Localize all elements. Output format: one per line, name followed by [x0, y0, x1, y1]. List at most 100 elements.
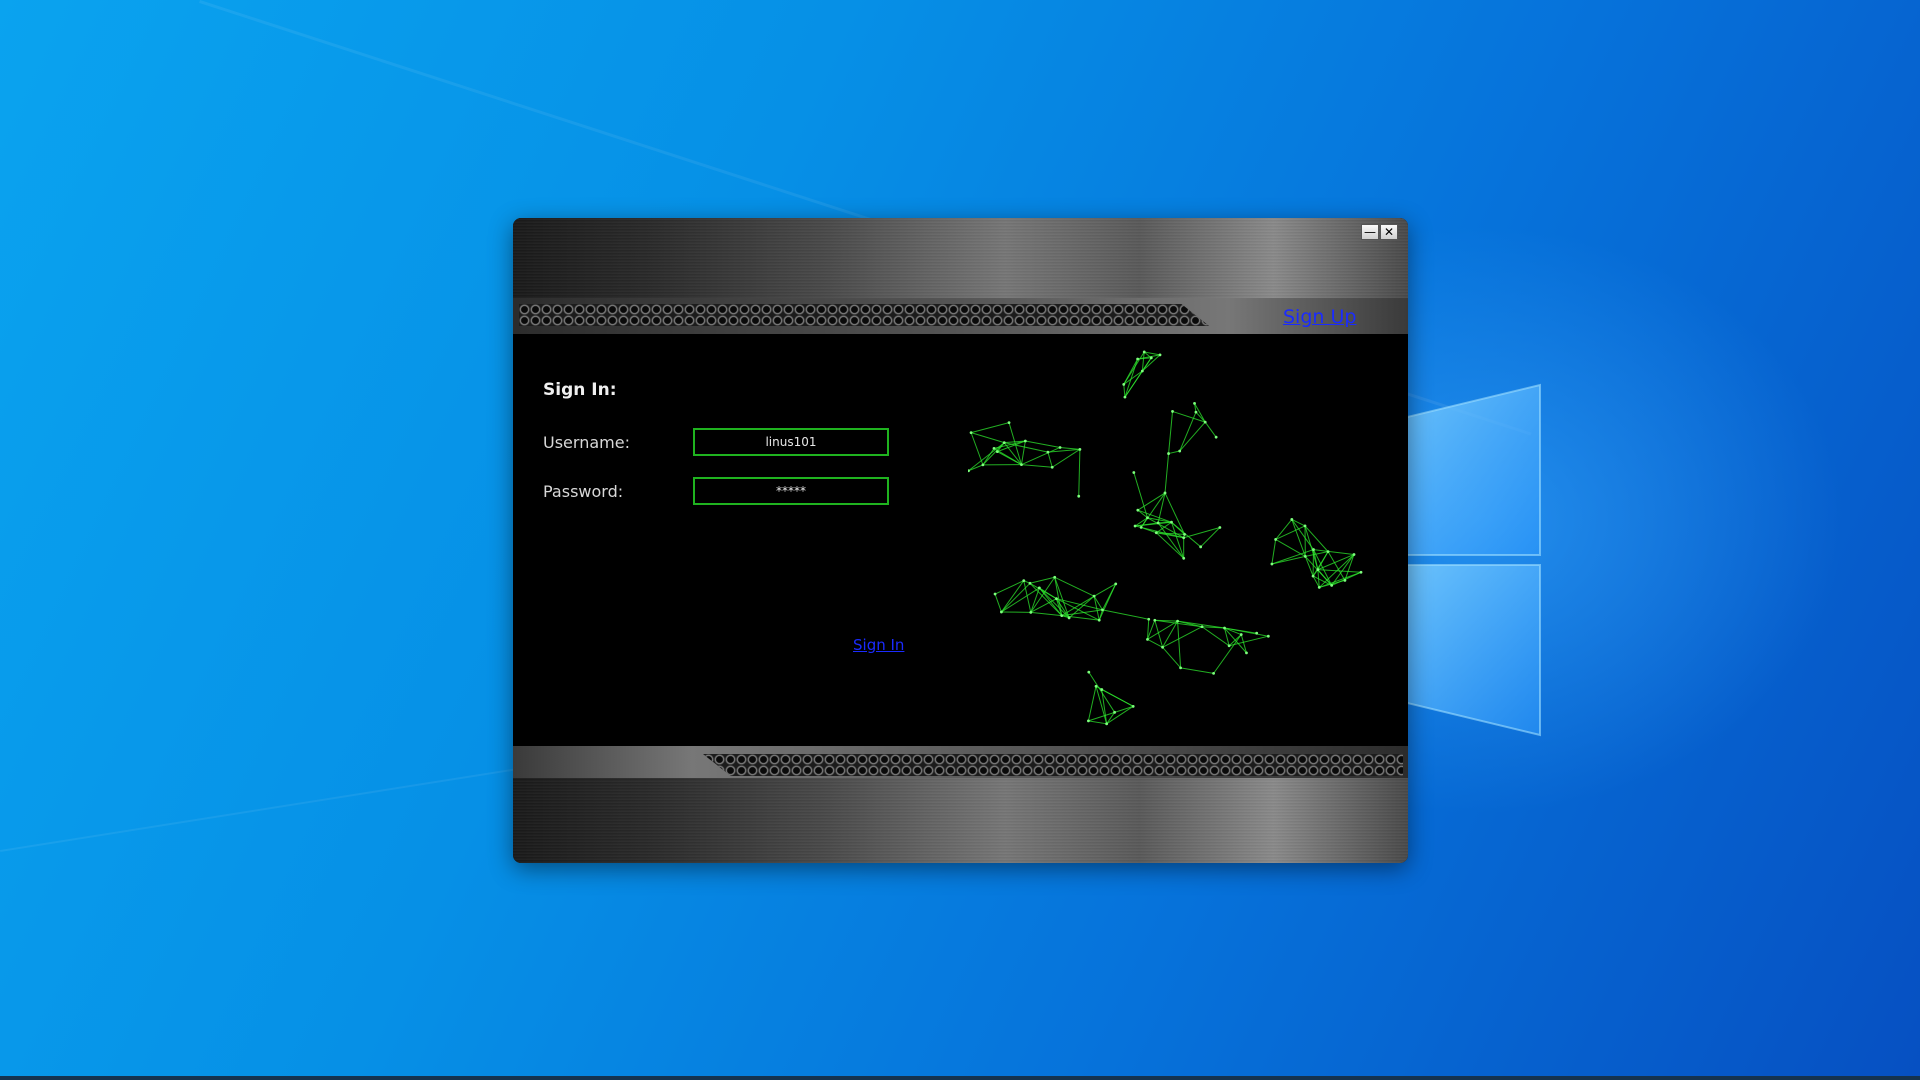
network-edge: [1051, 448, 1081, 468]
bottom-metal-panel: [513, 778, 1408, 863]
network-edge: [1056, 598, 1100, 621]
network-node: [1311, 574, 1315, 578]
network-node: [1274, 538, 1278, 541]
network-node: [1176, 619, 1179, 623]
network-node: [1153, 618, 1157, 622]
network-edge: [1275, 539, 1306, 557]
network-node: [1022, 579, 1026, 583]
network-edge: [970, 432, 1005, 444]
network-node: [1140, 369, 1144, 373]
network-edge: [1078, 449, 1081, 497]
network-node: [1171, 410, 1174, 413]
network-node: [1178, 449, 1182, 453]
network-node: [1218, 526, 1222, 529]
minimize-icon[interactable]: —: [1361, 224, 1379, 240]
network-node: [1163, 491, 1167, 495]
bottom-hex-grille: [703, 754, 1403, 776]
network-edge: [1101, 689, 1108, 724]
network-edge: [1025, 440, 1061, 448]
network-edge: [1162, 646, 1181, 669]
network-node: [1050, 465, 1054, 469]
network-edge: [1291, 519, 1314, 550]
network-node: [1092, 594, 1096, 598]
network-node: [1136, 508, 1140, 512]
network-node: [1002, 441, 1006, 445]
network-edge: [1147, 620, 1178, 640]
network-node: [1359, 570, 1363, 574]
network-node: [992, 446, 996, 450]
network-node: [1113, 710, 1116, 714]
network-edge: [968, 464, 984, 472]
network-node: [1194, 410, 1198, 414]
password-label: Password:: [543, 482, 624, 501]
network-node: [1097, 618, 1101, 622]
network-edge: [1179, 421, 1206, 452]
sign-up-link[interactable]: Sign Up: [1283, 306, 1356, 328]
network-node: [1200, 625, 1204, 629]
network-edge: [1177, 621, 1182, 668]
network-node: [1266, 634, 1270, 638]
network-edge: [1168, 450, 1180, 455]
network-edge: [1304, 556, 1314, 577]
network-edge: [1001, 582, 1031, 613]
network-node: [1046, 450, 1050, 454]
network-node: [1142, 350, 1146, 354]
network-node: [1149, 356, 1153, 360]
network-edge: [1102, 609, 1149, 620]
network-node: [1132, 471, 1136, 474]
network-edge: [970, 432, 984, 466]
login-window: — ✕ Sign Up Sign In: Username: Password:…: [513, 218, 1408, 863]
network-node: [1133, 524, 1137, 528]
network-edge: [1087, 686, 1097, 721]
network-node: [1020, 463, 1023, 467]
network-node: [1182, 536, 1186, 540]
network-node: [1326, 550, 1330, 554]
network-node: [1087, 719, 1090, 723]
network-node: [1290, 518, 1294, 521]
top-metal-panel: [513, 218, 1408, 298]
network-edge: [1140, 517, 1148, 528]
network-node: [1214, 435, 1218, 439]
network-edge: [1137, 357, 1152, 360]
network-node: [1136, 357, 1140, 361]
network-node: [1317, 586, 1321, 589]
network-edge: [1204, 421, 1217, 438]
network-edge: [1313, 549, 1333, 586]
network-edge: [1180, 667, 1214, 674]
password-field[interactable]: [693, 477, 889, 505]
network-node: [1023, 439, 1027, 443]
network-node: [1078, 447, 1082, 451]
network-node: [1060, 614, 1064, 617]
network-edge: [1168, 411, 1174, 454]
network-node: [1000, 610, 1003, 614]
network-edge: [1275, 519, 1293, 540]
network-edge: [1021, 464, 1053, 468]
network-node: [1183, 532, 1186, 536]
network-node: [1007, 421, 1011, 424]
network-node: [1114, 582, 1118, 586]
network-node: [1255, 631, 1259, 635]
network-edge: [1224, 627, 1257, 634]
network-edge: [1157, 522, 1185, 559]
network-node: [1094, 684, 1098, 688]
network-node: [1303, 524, 1307, 528]
network-edge: [1059, 446, 1080, 450]
taskbar-edge: [0, 1076, 1920, 1080]
network-node: [1139, 525, 1143, 529]
network-edge: [1123, 384, 1126, 398]
close-icon[interactable]: ✕: [1380, 224, 1398, 240]
network-node: [981, 463, 985, 467]
network-node: [1037, 586, 1041, 590]
network-node: [1122, 382, 1126, 386]
username-field[interactable]: [693, 428, 889, 456]
network-node: [1182, 556, 1186, 560]
network-node: [1167, 452, 1170, 455]
network-node: [1100, 688, 1104, 691]
sign-in-link[interactable]: Sign In: [853, 636, 904, 654]
network-node: [1158, 353, 1162, 357]
network-edge: [970, 422, 1010, 434]
top-hex-grille: [519, 304, 1209, 326]
network-node: [1170, 520, 1173, 524]
windows-logo: [1395, 380, 1565, 740]
network-node: [1179, 666, 1182, 670]
